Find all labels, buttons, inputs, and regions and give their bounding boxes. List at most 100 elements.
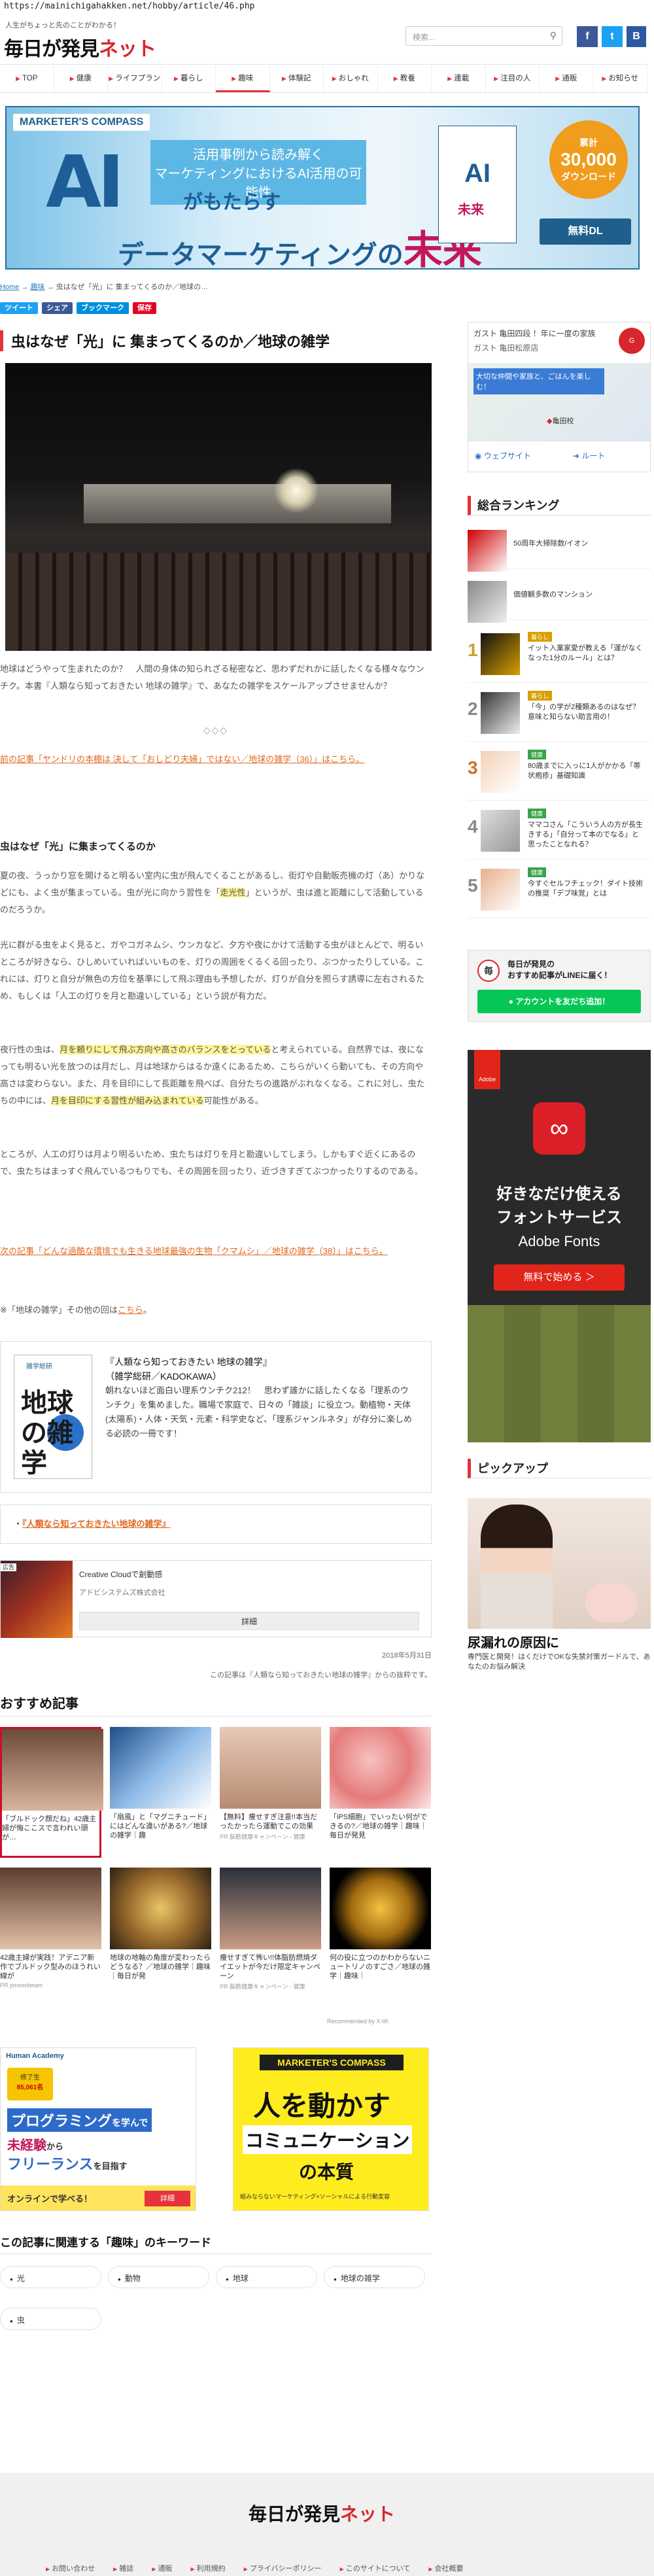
banner-download-button[interactable]: 無料DL	[540, 218, 631, 245]
reco-item[interactable]: 「iPS細胞」でいったい何ができるの?／地球の雑学｜趣味｜毎日が発見	[330, 1727, 431, 1858]
search-input[interactable]: 検索... ⚲	[405, 26, 562, 46]
inline-ad[interactable]: 広告 Creative Cloudで創動感 アドビシステムズ株式会社 詳細	[0, 1560, 432, 1638]
creative-cloud-icon: ∞	[533, 1102, 585, 1155]
footer-link[interactable]: ▶ 雑誌	[113, 2563, 133, 2573]
roof-shape	[84, 484, 391, 523]
ranking-item[interactable]: 2 暮らし 「今」の学が2種類あるのはなぜ？意味と知らない助言用の！	[468, 686, 651, 742]
book-author: （雑学総研／KADOKAWA）	[105, 1371, 222, 1382]
footer-link[interactable]: ▶ 会社概要	[428, 2563, 463, 2573]
article-title: 虫はなぜ「光」に 集まってくるのか／地球の雑学	[0, 330, 438, 351]
ranking-item[interactable]: 50周年大掃除数/イオン	[468, 523, 651, 572]
ad-sponsor: アドビシステムズ株式会社	[79, 1589, 165, 1597]
reco-item[interactable]: 「ブルドック顔だね」42歳主婦が悔ここスで言われい頭が…	[0, 1727, 103, 1858]
footer-link[interactable]: ▶ 利用規約	[190, 2563, 225, 2573]
nav-series[interactable]: ▶ 連載	[432, 65, 486, 92]
line-add-friend-button[interactable]: ● アカウントを友だち追加！	[477, 990, 641, 1013]
facebook-share-button[interactable]: シェア	[42, 302, 73, 314]
pickup-item[interactable]: 尿漏れの原因に 専門医と開発！はくだけでOKな失禁対策ガードルで、あなたのお悩み…	[468, 1498, 651, 1675]
pickup-description: 専門医と開発！はくだけでOKな失禁対策ガードルで、あなたのお悩み解決	[468, 1653, 651, 1671]
reco-item[interactable]: 42歳主婦が実践！アデニア新作でブルドック型みのほうれい線が PR pmoonbe…	[0, 1868, 101, 1998]
ranking-item[interactable]: 4 健康 ママコさん「こういう人の方が長生きする」「自分って本のでなる」と思ったこと…	[468, 803, 651, 860]
bookmark-button[interactable]: ブックマーク	[77, 302, 129, 314]
nav-shop[interactable]: ▶ 通販	[540, 65, 594, 92]
adobe-headline-2: フォントサービス	[496, 1209, 622, 1227]
footer-link[interactable]: ▶ お問い合わせ	[46, 2563, 95, 2573]
nav-fashion[interactable]: ▶ おしゃれ	[324, 65, 378, 92]
related-book-link[interactable]: 『人類なら知っておきたい地球の雑学』	[22, 1519, 170, 1529]
article-hero-image	[5, 363, 432, 651]
tweet-button[interactable]: ツイート	[0, 302, 38, 314]
map-route-button[interactable]: ➜ ルート	[573, 450, 605, 461]
search-icon[interactable]: ⚲	[550, 30, 557, 41]
article-heading: 虫はなぜ「光」に集まってくるのか	[0, 841, 156, 852]
reco-item[interactable]: 何の役に立つのかわからないニュートリノのすごさ／地球の雑学｜趣味｜	[330, 1868, 431, 1998]
footer-logo[interactable]: 毎日が発見ネット	[249, 2500, 395, 2526]
logo-icon: 毎	[477, 960, 500, 982]
recommended-title: おすすめ記事	[0, 1693, 432, 1716]
breadcrumb-current: 虫はなぜ「光」に 集まってくるのか／地球の…	[56, 283, 209, 291]
keyword-tag[interactable]: ● 動物	[108, 2266, 209, 2288]
ranking-item[interactable]: 3 健康 80歳までに入っに1人がかかる「帯状疱疹」基礎知識	[468, 744, 651, 801]
adobe-logo: Adobe	[474, 1050, 500, 1089]
programming-ad[interactable]: Human Academy 修了生 85,061名 プログラミングを学んで 未経験…	[0, 2047, 196, 2211]
ranking-item[interactable]: 価値観多数のマンション	[468, 574, 651, 623]
ad-details-button[interactable]: 詳細	[79, 1612, 419, 1630]
ranking-item[interactable]: 5 健康 今すぐセルフチェック！ダイト技術の推奨「デブ味覚」とは	[468, 862, 651, 918]
reco-item[interactable]: 地球の地軸の角度が変わったらどうなる？／地球の雑学｜趣味｜毎日が発	[110, 1868, 211, 1998]
reco-item[interactable]: 痩せすぎて怖い!!体脂肪燃焼ダイエットが今だけ限定キャンペーン PR 脳筋健康キャ…	[220, 1868, 321, 1998]
nav-living[interactable]: ▶ 暮らし	[162, 65, 216, 92]
footer-link[interactable]: ▶ プライバシーポリシー	[244, 2563, 322, 2573]
section-separator: ◇◇◇	[203, 725, 229, 735]
keyword-tag[interactable]: ● 光	[0, 2266, 101, 2288]
nav-lifeplan[interactable]: ▶ ライフプラン	[108, 65, 162, 92]
footer-link[interactable]: ▶ このサイトについて	[340, 2563, 411, 2573]
site-logo[interactable]: 毎日が発見ネット	[4, 33, 156, 61]
map-image[interactable]: 大切な仲間や家族と、ごはんを楽しむ！ ◆亀田校	[468, 363, 650, 442]
nav-health[interactable]: ▶ 健康	[54, 65, 108, 92]
pinterest-save-button[interactable]: 保存	[133, 302, 156, 314]
book-cover[interactable]: 雑学総研 地球の雑学	[14, 1355, 92, 1479]
excerpt-note: この記事は『人類なら知っておきたい地球の雑学』からの抜粋です。	[209, 1671, 432, 1679]
gusto-logo: G	[619, 328, 645, 354]
paragraph-2: 光に群がる虫をよく見ると、ガやコガネムシ、ウンカなど、夕方や夜にかけて活動する虫…	[0, 940, 425, 1001]
url-bar[interactable]: https://mainichigahakken.net/hobby/artic…	[0, 0, 654, 12]
more-articles-note: ※「地球の雑学」その他の回はこちら。	[0, 1305, 152, 1315]
reco-item[interactable]: 【無料】痩せすぎ注意!!本当だったかったら運動でこの効果 PR 脳筋健康キャンペー…	[220, 1727, 321, 1858]
book-cover-title: 地球の雑学	[21, 1389, 73, 1478]
ad-title: Creative Cloudで創動感	[79, 1570, 163, 1579]
keyword-tag[interactable]: ● 地球	[216, 2266, 317, 2288]
nav-hobby[interactable]: ▶ 趣味	[216, 65, 270, 92]
next-article-link[interactable]: 次の記事「どんな過酷な環境でも生きる地球最強の生物「クマムシ」／地球の雑学（38…	[0, 1246, 388, 1256]
top-banner-ad[interactable]: MARKETER'S COMPASS AI 活用事例から読み解く マーケティングに…	[5, 106, 640, 270]
nav-top[interactable]: ▶ TOP	[0, 65, 54, 92]
keyword-tag[interactable]: ● 虫	[0, 2308, 101, 2330]
marketers-compass-ad[interactable]: MARKETER'S COMPASS 人を動かす コミュニケーション の本質 組…	[233, 2047, 429, 2211]
map-ad[interactable]: ガスト 亀田四段 ！年に一度の家族 ガスト 亀田松原店 G 大切な仲間や家族と、…	[468, 322, 651, 472]
prev-article-link[interactable]: 前の記事「ヤンドリの本棚は 決して「おしどり夫婦」ではない／地球の雑学（36）」…	[0, 754, 364, 764]
keyword-tag[interactable]: ● 地球の雑学	[324, 2266, 425, 2288]
adobe-headline-1: 好きなだけ使える	[496, 1185, 622, 1203]
related-book-box: ・『人類なら知っておきたい地球の雑学』	[0, 1505, 432, 1544]
ranking-item[interactable]: 1 暮らし イット入業家愛が教える「運がなくなった1分のルール」とは？	[468, 627, 651, 683]
hatena-icon[interactable]: B	[627, 26, 646, 47]
nav-experience[interactable]: ▶ 体験記	[270, 65, 324, 92]
adobe-cta-button[interactable]: 無料で始める ＞	[494, 1264, 625, 1291]
font-tiles-image	[468, 1305, 651, 1442]
nav-news[interactable]: ▶ お知らせ	[594, 65, 647, 92]
breadcrumb-home[interactable]: Home	[0, 283, 19, 291]
site-footer: 毎日が発見ネット ▶ お問い合わせ ▶ 雑誌 ▶ 通販 ▶ 利用規約 ▶ プライバシーポリ…	[0, 2473, 654, 2576]
nav-people[interactable]: ▶ 注目の人	[486, 65, 540, 92]
more-articles-link[interactable]: こちら	[118, 1305, 143, 1315]
breadcrumb-category[interactable]: 趣味	[30, 283, 44, 291]
ad-label: 広告	[1, 1563, 17, 1571]
nav-culture[interactable]: ▶ 教養	[378, 65, 432, 92]
pickup-title: ピックアップ	[468, 1459, 651, 1478]
article-intro: 地球はどうやって生まれたのか？ 人間の身体の知られざる秘密など、思わずだれかに話…	[0, 664, 424, 691]
twitter-icon[interactable]: t	[602, 26, 623, 47]
reco-item[interactable]: 「扇風」と「マグニチュード」にはどんな違いがある?／地球の雑学｜趣	[110, 1727, 211, 1858]
map-website-button[interactable]: ◉ ウェブサイト	[475, 450, 531, 461]
facebook-icon[interactable]: f	[577, 26, 598, 47]
book-info-box: 雑学総研 地球の雑学 『人類なら知っておきたい 地球の雑学』 （雑学総研／KAD…	[0, 1341, 432, 1493]
adobe-fonts-ad[interactable]: Adobe ∞ 好きなだけ使える フォントサービス Adobe Fonts 無料…	[468, 1050, 651, 1442]
footer-link[interactable]: ▶ 通販	[152, 2563, 172, 2573]
